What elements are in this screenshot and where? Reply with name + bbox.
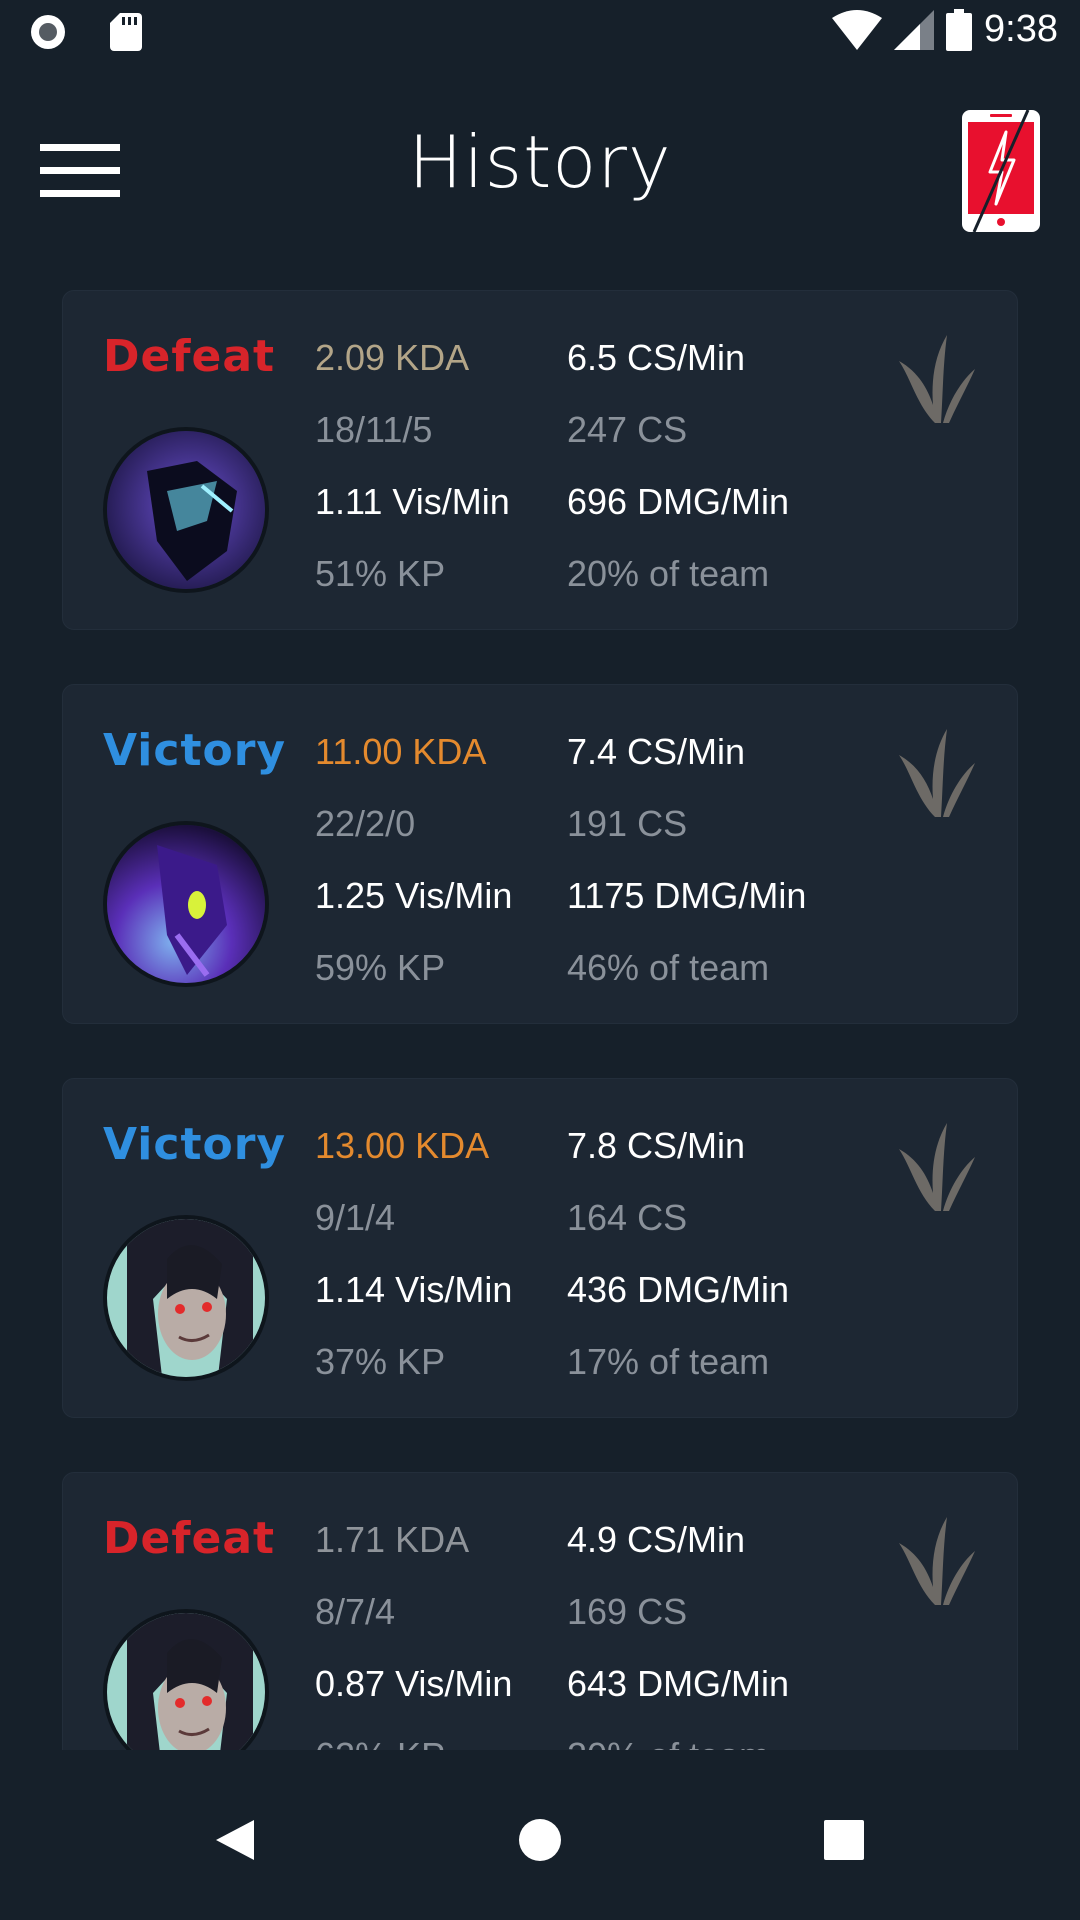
jungle-lane-icon — [899, 1123, 975, 1211]
kda-ratio: 2.09 KDA — [315, 337, 470, 378]
champion-avatar — [103, 1609, 269, 1750]
page-title: History — [408, 120, 672, 204]
app-bar: History — [0, 70, 1080, 270]
kill-death-assist: 9/1/4 — [315, 1197, 396, 1238]
match-card[interactable]: Defeat 1.71 KDA 8/7/4 0.87 Vis/Min 62% K… — [62, 1472, 1018, 1750]
signal-icon — [894, 9, 935, 50]
match-result: Defeat — [103, 331, 276, 382]
kill-participation: 62% KP — [315, 1735, 445, 1750]
jungle-lane-icon — [899, 335, 975, 423]
creep-score: 247 CS — [567, 409, 688, 450]
damage-per-min: 1175 DMG/Min — [567, 875, 807, 916]
creep-score: 169 CS — [567, 1591, 688, 1632]
cs-per-min: 4.9 CS/Min — [567, 1519, 746, 1560]
jungle-lane-icon — [899, 729, 975, 817]
creep-score: 164 CS — [567, 1197, 688, 1238]
phone-power-icon[interactable] — [960, 108, 1042, 234]
vision-per-min: 1.11 Vis/Min — [315, 481, 510, 522]
match-result: Victory — [103, 725, 287, 776]
kill-death-assist: 22/2/0 — [315, 803, 416, 844]
wifi-icon — [832, 9, 883, 50]
damage-per-min: 643 DMG/Min — [567, 1663, 790, 1704]
match-result: Victory — [103, 1119, 287, 1170]
kill-participation: 59% KP — [315, 947, 446, 988]
damage-share: 20% of team — [567, 1735, 769, 1750]
kda-ratio: 1.71 KDA — [315, 1519, 470, 1560]
cs-per-min: 6.5 CS/Min — [567, 337, 746, 378]
jungle-lane-icon — [899, 1517, 975, 1605]
match-card[interactable]: Defeat 2.09 KDA 18/11/5 1.11 Vis/Min 51%… — [62, 290, 1018, 630]
champion-avatar — [103, 1215, 269, 1381]
kill-participation: 37% KP — [315, 1341, 446, 1382]
system-nav-bar — [0, 1750, 1080, 1920]
battery-icon — [946, 8, 973, 51]
cs-per-min: 7.4 CS/Min — [567, 731, 746, 772]
match-card[interactable]: Victory 13.00 KDA 9/1/4 1.14 Vis/Min 37%… — [62, 1078, 1018, 1418]
vision-per-min: 0.87 Vis/Min — [315, 1663, 513, 1704]
status-bar: 9:38 — [0, 0, 1080, 64]
back-triangle-icon[interactable] — [196, 1800, 276, 1880]
recents-square-icon[interactable] — [804, 1800, 884, 1880]
damage-share: 17% of team — [567, 1341, 770, 1382]
damage-share: 46% of team — [567, 947, 770, 988]
match-history-list[interactable]: Defeat 2.09 KDA 18/11/5 1.11 Vis/Min 51%… — [0, 270, 1080, 1750]
vision-per-min: 1.14 Vis/Min — [315, 1269, 513, 1310]
damage-share: 20% of team — [567, 553, 770, 594]
champion-avatar — [103, 427, 269, 593]
match-card[interactable]: Victory 11.00 KDA 22/2/0 1.25 Vis/Min 59… — [62, 684, 1018, 1024]
damage-per-min: 436 DMG/Min — [567, 1269, 790, 1310]
status-time: 9:38 — [984, 8, 1058, 50]
kda-ratio: 13.00 KDA — [315, 1125, 490, 1166]
sd-card-icon — [110, 13, 142, 51]
kill-participation: 51% KP — [315, 553, 446, 594]
record-icon — [31, 15, 65, 49]
home-circle-icon[interactable] — [500, 1800, 580, 1880]
app-screen: 9:38 History Defeat 2.09 KDA 18/11/5 1.1… — [0, 0, 1080, 1920]
match-result: Defeat — [103, 1513, 276, 1564]
champion-avatar — [103, 821, 269, 987]
damage-per-min: 696 DMG/Min — [567, 481, 790, 522]
cs-per-min: 7.8 CS/Min — [567, 1125, 746, 1166]
kda-ratio: 11.00 KDA — [315, 731, 487, 772]
vision-per-min: 1.25 Vis/Min — [315, 875, 513, 916]
kill-death-assist: 8/7/4 — [315, 1591, 396, 1632]
creep-score: 191 CS — [567, 803, 688, 844]
kill-death-assist: 18/11/5 — [315, 409, 433, 450]
